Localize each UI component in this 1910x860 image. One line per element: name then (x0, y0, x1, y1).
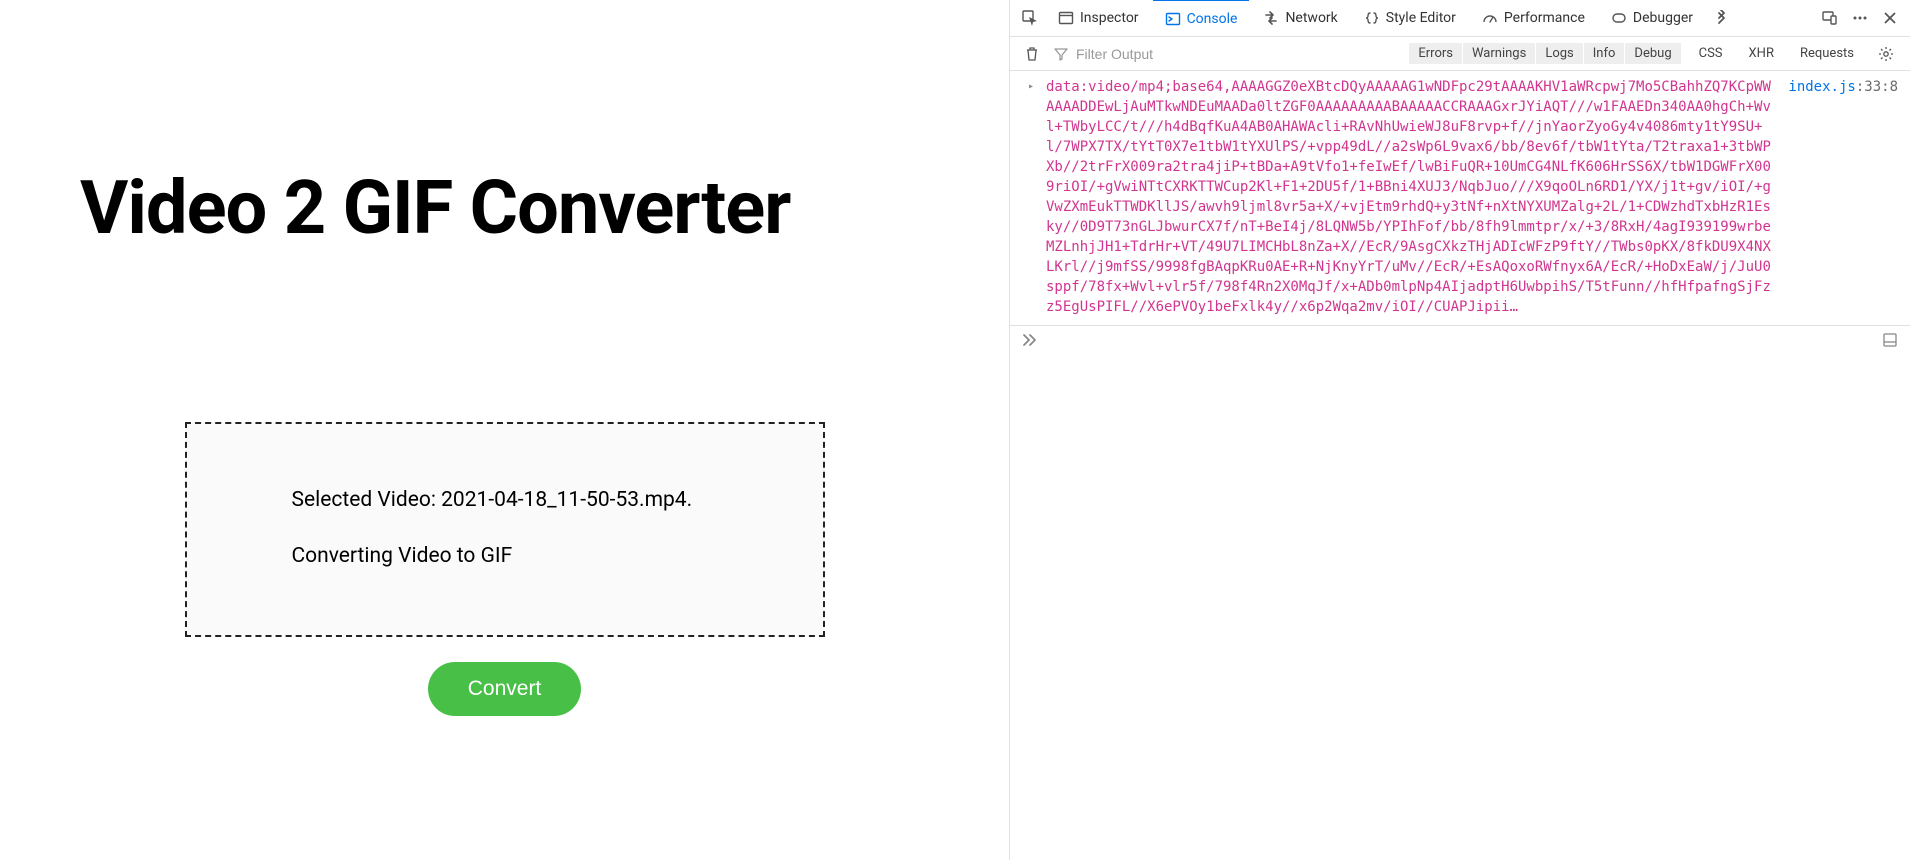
convert-button[interactable]: Convert (428, 662, 582, 716)
tab-label: Style Editor (1386, 10, 1456, 26)
debugger-icon (1611, 10, 1627, 26)
filter-requests[interactable]: Requests (1792, 43, 1862, 64)
performance-icon (1482, 10, 1498, 26)
tab-network[interactable]: Network (1251, 0, 1349, 37)
tab-inspector[interactable]: Inspector (1046, 0, 1151, 37)
tab-label: Inspector (1080, 10, 1139, 26)
filter-output-field[interactable] (1054, 45, 1194, 63)
filter-output-input[interactable] (1074, 45, 1194, 63)
tab-label: Debugger (1633, 10, 1693, 26)
inspector-icon (1058, 10, 1074, 26)
log-source-link[interactable]: index.js:33:8 (1788, 77, 1898, 97)
tab-console[interactable]: Console (1153, 0, 1250, 36)
filter-xhr[interactable]: XHR (1741, 43, 1782, 64)
log-message: data:video/mp4;base64,AAAAGGZ0eXBtcDQyAA… (1046, 77, 1788, 317)
filter-info[interactable]: Info (1584, 43, 1626, 64)
filter-logs[interactable]: Logs (1536, 43, 1583, 64)
devtools-menu-button[interactable] (1846, 4, 1874, 32)
page-title: Video 2 GIF Converter (80, 165, 929, 252)
tab-label: Network (1285, 10, 1337, 26)
network-icon (1263, 10, 1279, 26)
tab-label: Performance (1504, 10, 1585, 26)
style-editor-icon (1364, 10, 1380, 26)
tab-label: Console (1187, 11, 1238, 27)
tabs-overflow-button[interactable] (1707, 4, 1735, 32)
prompt-chevrons-icon (1022, 333, 1040, 347)
responsive-design-button[interactable] (1816, 4, 1844, 32)
filter-warnings[interactable]: Warnings (1463, 43, 1536, 64)
log-level-filters: Errors Warnings Logs Info Debug (1409, 43, 1680, 64)
console-input-row[interactable] (1010, 326, 1910, 354)
tab-performance[interactable]: Performance (1470, 0, 1597, 37)
split-console-button[interactable] (1882, 332, 1898, 348)
console-toolbar: Errors Warnings Logs Info Debug CSS XHR … (1010, 37, 1910, 71)
tab-debugger[interactable]: Debugger (1599, 0, 1705, 37)
devtools-close-button[interactable] (1876, 4, 1904, 32)
devtools-panel: Inspector Console Network (1009, 0, 1910, 860)
selected-video-label: Selected Video: 2021-04-18_11-50-53.mp4. (292, 484, 823, 518)
video-dropzone[interactable]: Selected Video: 2021-04-18_11-50-53.mp4.… (185, 422, 825, 637)
console-output: data:video/mp4;base64,AAAAGGZ0eXBtcDQyAA… (1010, 71, 1910, 326)
element-picker-button[interactable] (1016, 4, 1044, 32)
funnel-icon (1054, 47, 1068, 61)
app-pane: Video 2 GIF Converter Selected Video: 20… (0, 0, 1009, 860)
clear-console-button[interactable] (1020, 46, 1044, 62)
console-log-row[interactable]: data:video/mp4;base64,AAAAGGZ0eXBtcDQyAA… (1010, 75, 1910, 319)
filter-errors[interactable]: Errors (1409, 43, 1463, 64)
filter-css[interactable]: CSS (1691, 43, 1731, 64)
filter-debug[interactable]: Debug (1625, 43, 1680, 64)
devtools-tabbar: Inspector Console Network (1010, 0, 1910, 37)
tab-style-editor[interactable]: Style Editor (1352, 0, 1468, 37)
conversion-status-label: Converting Video to GIF (292, 540, 823, 574)
console-icon (1165, 11, 1181, 27)
console-settings-button[interactable] (1872, 40, 1900, 68)
